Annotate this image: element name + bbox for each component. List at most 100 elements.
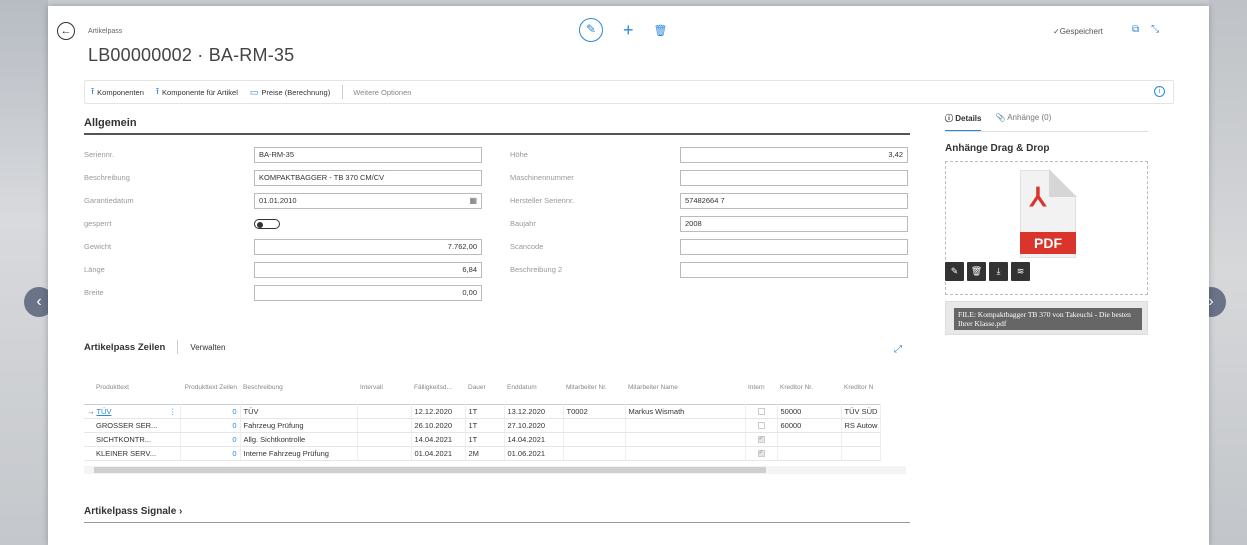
column-header[interactable]: Mitarbeiter Name bbox=[625, 372, 745, 404]
intern-checkbox[interactable] bbox=[757, 408, 765, 416]
cell-faellig[interactable]: 12.12.2020 bbox=[411, 403, 466, 419]
cell-ma-name[interactable] bbox=[625, 432, 746, 447]
hersteller-seriennr-input[interactable]: 57482664 7 bbox=[680, 193, 908, 209]
cell-intervall[interactable] bbox=[357, 403, 412, 419]
seriennr-input[interactable]: BA-RM-35 bbox=[254, 147, 482, 163]
edit-pencil-icon[interactable]: ✎ bbox=[945, 262, 964, 281]
cell-ma-name[interactable] bbox=[625, 446, 746, 461]
cell-faellig[interactable]: 01.04.2021 bbox=[411, 446, 466, 461]
cell-ma-name[interactable]: Markus Wismath bbox=[625, 403, 746, 419]
cell-beschreibung[interactable]: Interne Fahrzeug Prüfung bbox=[240, 446, 358, 461]
breite-input[interactable]: 0,00 bbox=[254, 285, 482, 301]
cell-kred-nr[interactable]: 60000 bbox=[777, 418, 842, 433]
cell-ende[interactable]: 27.10.2020 bbox=[504, 418, 564, 433]
cell-produkttext[interactable]: KLEINER SERV... bbox=[84, 446, 181, 461]
column-header[interactable]: Fälligkeitsd... bbox=[411, 372, 465, 404]
column-header[interactable]: Intern bbox=[745, 372, 777, 404]
cell-produkttext[interactable]: SICHTKONTR... bbox=[84, 432, 181, 447]
cell-ma-nr[interactable] bbox=[563, 432, 626, 447]
column-header[interactable]: Produkttext Zeilen bbox=[180, 372, 240, 404]
cell-zeilen[interactable]: 0 bbox=[180, 403, 241, 419]
gesperrt-toggle[interactable] bbox=[254, 219, 280, 229]
beschreibung-2-input[interactable] bbox=[680, 262, 908, 278]
cell-faellig[interactable]: 14.04.2021 bbox=[411, 432, 466, 447]
layers-icon[interactable]: ≋ bbox=[1011, 262, 1030, 281]
edit-pencil-icon[interactable]: ✎ bbox=[579, 18, 603, 42]
column-header[interactable]: Enddatum bbox=[504, 372, 563, 404]
delete-trash-icon[interactable]: 🗑 bbox=[654, 24, 668, 37]
download-icon[interactable]: ⤓ bbox=[989, 262, 1008, 281]
tab-details[interactable]: ⓘ Details bbox=[945, 113, 982, 132]
pdf-file-icon[interactable]: ⅄ PDF bbox=[1020, 169, 1077, 258]
table-row[interactable]: SICHTKONTR... 0 Allg. Sichtkontrolle 14.… bbox=[84, 432, 882, 447]
baujahr-input[interactable]: 2008 bbox=[680, 216, 908, 232]
cell-kred-nr[interactable] bbox=[777, 432, 842, 447]
cell-beschreibung[interactable]: TÜV bbox=[240, 403, 358, 419]
cell-ende[interactable]: 13.12.2020 bbox=[504, 403, 564, 419]
cell-kred-nr[interactable] bbox=[777, 446, 842, 461]
laenge-input[interactable]: 6,84 bbox=[254, 262, 482, 278]
cell-ende[interactable]: 14.04.2021 bbox=[504, 432, 564, 447]
cell-kred-name[interactable]: TÜV SÜD bbox=[841, 403, 882, 419]
cell-ma-nr[interactable]: T0002 bbox=[563, 403, 626, 419]
action-komponente-fuer-artikel[interactable]: ⭱ Komponente für Artikel bbox=[156, 84, 238, 100]
action-preise[interactable]: ▭ Preise (Berechnung) bbox=[250, 87, 330, 98]
intern-checkbox[interactable] bbox=[757, 422, 765, 430]
cell-intern[interactable] bbox=[745, 418, 778, 433]
cell-faellig[interactable]: 26.10.2020 bbox=[411, 418, 466, 433]
scancode-input[interactable] bbox=[680, 239, 908, 255]
back-arrow-icon[interactable]: ← bbox=[57, 22, 75, 40]
manage-button[interactable]: Verwalten bbox=[190, 343, 225, 352]
cell-produkttext[interactable]: → TÜV ⋮ bbox=[84, 403, 181, 419]
cell-beschreibung[interactable]: Allg. Sichtkontrolle bbox=[240, 432, 358, 447]
open-new-window-icon[interactable]: ⧉ bbox=[1132, 24, 1139, 35]
column-header[interactable]: Kreditor N bbox=[841, 372, 881, 404]
new-plus-icon[interactable]: + bbox=[623, 21, 634, 39]
scrollbar-thumb[interactable] bbox=[94, 467, 766, 473]
cell-intervall[interactable] bbox=[357, 432, 412, 447]
info-icon[interactable]: i bbox=[1154, 86, 1165, 97]
cell-intern[interactable]: ✓ bbox=[745, 446, 778, 461]
cell-kred-name[interactable] bbox=[841, 432, 882, 447]
cell-kred-name[interactable]: RS Autow bbox=[841, 418, 882, 433]
cell-intern[interactable]: ✓ bbox=[745, 432, 778, 447]
table-row[interactable]: KLEINER SERV... 0 Interne Fahrzeug Prüfu… bbox=[84, 446, 882, 461]
cell-ma-name[interactable] bbox=[625, 418, 746, 433]
cell-kred-name[interactable] bbox=[841, 446, 882, 461]
intern-checkbox[interactable]: ✓ bbox=[757, 436, 765, 444]
column-header[interactable]: Mitarbeiter Nr. bbox=[563, 372, 625, 404]
row-menu-icon[interactable]: ⋮ bbox=[169, 407, 177, 416]
column-header[interactable]: Dauer bbox=[465, 372, 504, 404]
cell-produkttext[interactable]: GROSSER SER... bbox=[84, 418, 181, 433]
column-header[interactable]: Intervall bbox=[357, 372, 411, 404]
cell-zeilen[interactable]: 0 bbox=[180, 418, 241, 433]
gewicht-input[interactable]: 7.762,00 bbox=[254, 239, 482, 255]
table-row[interactable]: GROSSER SER... 0 Fahrzeug Prüfung 26.10.… bbox=[84, 418, 882, 433]
tab-attachments[interactable]: 📎 Anhänge (0) bbox=[995, 113, 1051, 132]
cell-zeilen[interactable]: 0 bbox=[180, 432, 241, 447]
cell-ende[interactable]: 01.06.2021 bbox=[504, 446, 564, 461]
cell-ma-nr[interactable] bbox=[563, 418, 626, 433]
cell-intervall[interactable] bbox=[357, 418, 412, 433]
produkttext-link[interactable]: TÜV bbox=[96, 407, 111, 416]
hoehe-input[interactable]: 3,42 bbox=[680, 147, 908, 163]
calendar-icon[interactable]: ▦ bbox=[469, 194, 477, 208]
horizontal-scrollbar[interactable] bbox=[84, 466, 906, 474]
cell-beschreibung[interactable]: Fahrzeug Prüfung bbox=[240, 418, 358, 433]
garantiedatum-input[interactable]: 01.01.2010 ▦ bbox=[254, 193, 482, 209]
cell-dauer[interactable]: 1T bbox=[465, 418, 505, 433]
cell-dauer[interactable]: 1T bbox=[465, 432, 505, 447]
action-komponenten[interactable]: ⭱ Komponenten bbox=[91, 84, 144, 100]
cell-zeilen[interactable]: 0 bbox=[180, 446, 241, 461]
cell-dauer[interactable]: 2M bbox=[465, 446, 505, 461]
column-header[interactable]: Beschreibung bbox=[240, 372, 357, 404]
more-options-button[interactable]: Weitere Optionen bbox=[353, 88, 411, 97]
expand-icon[interactable]: ⤢ bbox=[894, 344, 902, 355]
section-title-signale[interactable]: Artikelpass Signale › bbox=[84, 506, 182, 517]
cell-dauer[interactable]: 1T bbox=[465, 403, 505, 419]
cell-intervall[interactable] bbox=[357, 446, 412, 461]
beschreibung-input[interactable]: KOMPAKTBAGGER - TB 370 CM/CV bbox=[254, 170, 482, 186]
maschinennummer-input[interactable] bbox=[680, 170, 908, 186]
column-header[interactable]: Kreditor Nr. bbox=[777, 372, 841, 404]
table-row[interactable]: → TÜV ⋮ 0 TÜV 12.12.2020 1T 13.12.2020 T0… bbox=[84, 403, 882, 419]
